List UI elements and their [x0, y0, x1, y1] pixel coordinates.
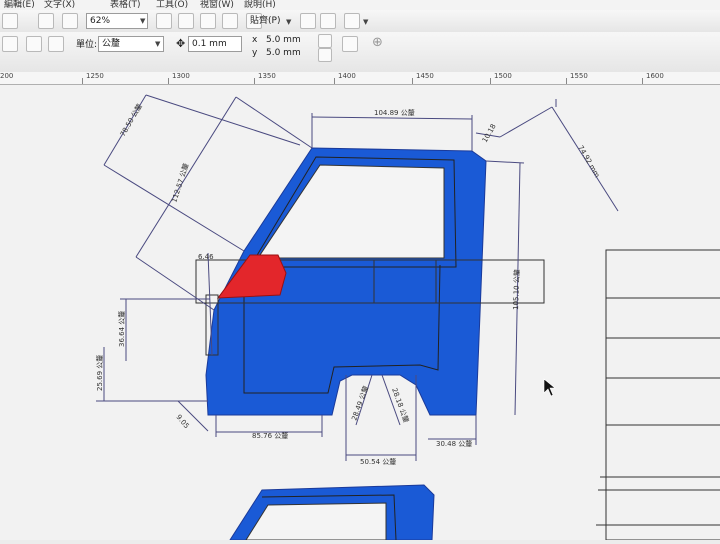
current-page-icon[interactable]	[48, 36, 64, 52]
ruler-label: 200	[0, 72, 14, 80]
drawing-canvas[interactable]: 78.50 公釐 112.57 公釐 104.89 公釐 10.18 74.92…	[0, 85, 720, 541]
export-icon[interactable]	[38, 13, 54, 29]
duplicate-y-value: 5.0 mm	[266, 48, 301, 58]
menu-window[interactable]: 視窗(W)	[200, 0, 234, 10]
zoom-level-value: 62%	[90, 16, 111, 26]
treat-as-filled-icon[interactable]	[342, 36, 358, 52]
duplicate-x-value: 5.0 mm	[266, 35, 301, 45]
full-screen-icon[interactable]	[178, 13, 194, 29]
page-icon[interactable]	[222, 13, 238, 29]
horizontal-ruler: 200 1250 1300 1350 1400 1450 1500 1550 1…	[0, 72, 720, 85]
import-icon[interactable]	[2, 13, 18, 29]
nudge-distance-value: 0.1 mm	[192, 39, 227, 49]
dimension-label: 85.76 公釐	[252, 431, 288, 440]
unit-label: 單位:	[76, 40, 98, 50]
right-frame	[596, 249, 720, 541]
chevron-down-icon[interactable]: ▼	[155, 40, 160, 48]
dimension-label: 36.64 公釐	[117, 311, 126, 347]
ruler-label: 1250	[86, 72, 104, 80]
dimension-label: 28.49 公釐	[349, 385, 370, 422]
snap-to-label[interactable]: 貼齊(P)	[250, 15, 280, 27]
duplicate-y-input[interactable]: 5.0 mm	[262, 45, 316, 59]
nudge-icon: ✥	[176, 37, 186, 50]
spinner-icon[interactable]	[318, 48, 332, 62]
dimension-label: 25.69 公釐	[95, 355, 104, 391]
publish-icon[interactable]	[62, 13, 78, 29]
launcher-icon[interactable]	[344, 13, 360, 29]
dimension-label: 50.54 公釐	[360, 457, 396, 466]
menu-bar: 編輯(E) 文字(X) 表格(T) 工具(O) 視窗(W) 說明(H)	[0, 0, 720, 10]
all-pages-icon[interactable]	[26, 36, 42, 52]
drawing-svg: 78.50 公釐 112.57 公釐 104.89 公釐 10.18 74.92…	[95, 94, 720, 541]
options-icon[interactable]	[300, 13, 316, 29]
standard-toolbar: 62% ▼ 貼齊(P) ▼ ▼	[0, 10, 720, 33]
chevron-down-icon[interactable]: ▼	[140, 17, 145, 25]
dimension-label: 78.50 公釐	[118, 102, 144, 138]
dimension-label: 105.10 公釐	[511, 269, 521, 310]
ruler-label: 1550	[570, 72, 588, 80]
unit-value: 公釐	[102, 39, 121, 49]
ruler-label: 1350	[258, 72, 276, 80]
mouse-pointer-icon	[543, 378, 556, 397]
portrait-icon[interactable]	[2, 36, 18, 52]
duplicate-y-label: y	[252, 48, 258, 58]
red-selected-patch[interactable]	[216, 254, 287, 299]
zoom-level-select[interactable]: 62%	[86, 13, 148, 29]
menu-table[interactable]: 表格(T)	[110, 0, 141, 10]
duplicate-x-input[interactable]: 5.0 mm	[262, 32, 316, 46]
zoom-icon[interactable]	[156, 13, 172, 29]
chevron-down-icon[interactable]: ▼	[286, 18, 291, 26]
ruler-label: 1300	[172, 72, 190, 80]
dimension-label: 30.48 公釐	[436, 439, 472, 448]
ruler-label: 1600	[646, 72, 664, 80]
menu-help[interactable]: 說明(H)	[244, 0, 276, 10]
second-window-opening	[245, 502, 387, 541]
property-bar: 單位: 公釐 ▼ ✥ 0.1 mm x 5.0 mm y 5.0 mm ⊕	[0, 32, 720, 73]
menu-text[interactable]: 文字(X)	[44, 0, 75, 10]
dimension-label: 112.57 公釐	[169, 162, 190, 204]
menu-edit[interactable]: 編輯(E)	[4, 0, 35, 10]
view-icon[interactable]	[200, 13, 216, 29]
dimension-label: 9.05	[174, 413, 190, 430]
menu-tools[interactable]: 工具(O)	[156, 0, 188, 10]
dimension-label: 104.89 公釐	[374, 108, 415, 117]
ruler-label: 1400	[338, 72, 356, 80]
nudge-distance-input[interactable]: 0.1 mm	[188, 36, 242, 52]
duplicate-x-label: x	[252, 35, 258, 45]
dimension-label: 10.18	[481, 123, 498, 144]
chevron-down-icon[interactable]: ▼	[363, 18, 368, 26]
settings-icon[interactable]	[320, 13, 336, 29]
ruler-label: 1500	[494, 72, 512, 80]
dimension-label: 74.92 mm	[576, 144, 601, 179]
ruler-label: 1450	[416, 72, 434, 80]
dimension-label: 6.46	[198, 253, 214, 261]
add-icon[interactable]: ⊕	[372, 36, 383, 49]
spinner-icon[interactable]	[318, 34, 332, 48]
